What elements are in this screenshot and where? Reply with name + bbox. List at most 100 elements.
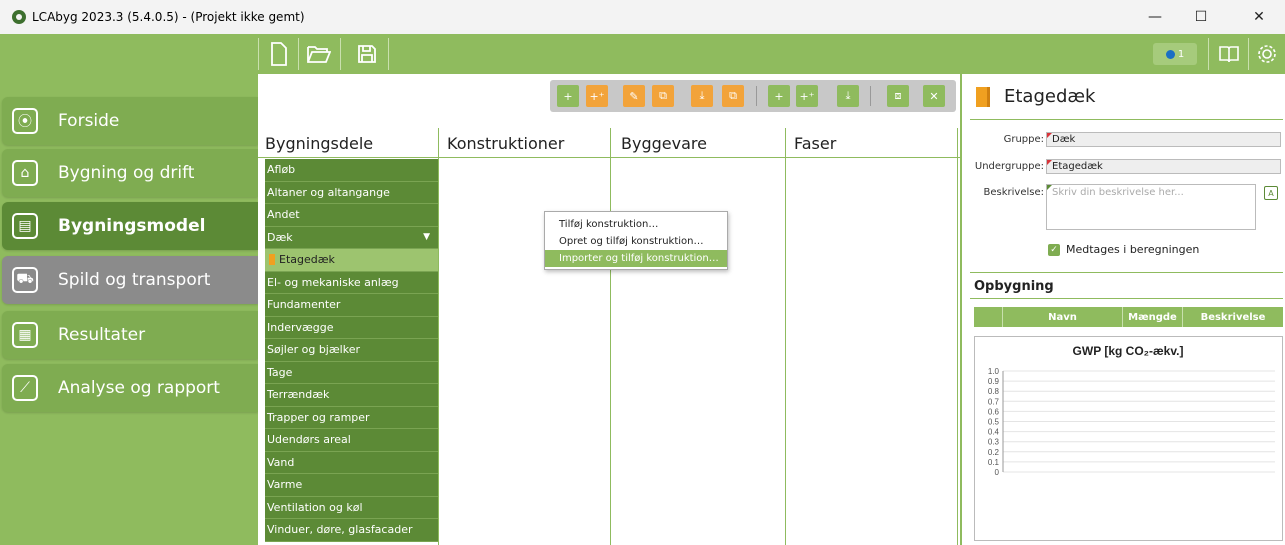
undergruppe-field[interactable]: Etagedæk xyxy=(1046,159,1281,174)
nav-forside[interactable]: ⦿ Forside xyxy=(2,97,258,145)
column-divider xyxy=(438,128,439,545)
open-folder-icon xyxy=(307,46,331,63)
edit-button[interactable]: ✎ xyxy=(623,85,645,107)
y-tick-label: 0.5 xyxy=(988,418,1000,427)
duplicate-button[interactable]: ⧈ xyxy=(887,85,909,107)
bygningsdele-list: Afløb Altaner og altangange Andet Dæk ▼ E… xyxy=(265,159,438,542)
chart-axis: 1.00.90.80.70.6 0.50.40.30.20.10 xyxy=(988,367,1275,477)
add-multiple-button[interactable]: +⁺ xyxy=(586,85,608,107)
y-tick-label: 0.2 xyxy=(988,448,1000,457)
y-tick-label: 0.7 xyxy=(988,397,1000,406)
list-item[interactable]: Tage xyxy=(265,361,438,384)
list-item-label: Vand xyxy=(267,455,295,469)
y-tick-label: 0.4 xyxy=(988,428,1000,437)
manual-button[interactable] xyxy=(1214,38,1244,70)
list-item-expanded[interactable]: Dæk ▼ xyxy=(265,226,438,249)
minimize-button[interactable]: — xyxy=(1132,0,1178,34)
list-item[interactable]: Ventilation og køl xyxy=(265,496,438,519)
undergruppe-label: Undergruppe: xyxy=(974,161,1044,172)
structure-button[interactable]: ⧉ xyxy=(652,85,674,107)
import-construction-button[interactable]: ⤓ xyxy=(837,85,859,107)
expand-text-icon[interactable]: A xyxy=(1264,186,1278,200)
table-header-cell xyxy=(974,307,1002,327)
divider xyxy=(970,119,1283,120)
list-item-selected[interactable]: Etagedæk xyxy=(265,249,438,272)
list-item[interactable]: Indervægge xyxy=(265,316,438,339)
add-multiple-construction-button[interactable]: +⁺ xyxy=(796,85,818,107)
table-header-navn[interactable]: Navn xyxy=(1002,307,1122,327)
column-header-konstruktioner: Konstruktioner xyxy=(447,134,565,153)
list-item[interactable]: Altaner og altangange xyxy=(265,181,438,204)
list-item[interactable]: Udendørs areal xyxy=(265,429,438,452)
table-icon: ▦ xyxy=(12,322,38,348)
list-item[interactable]: Vand xyxy=(265,451,438,474)
opbygning-heading: Opbygning xyxy=(974,279,1054,294)
medtages-checkbox[interactable]: ✓ Medtages i beregningen xyxy=(1048,243,1199,256)
column-divider xyxy=(610,128,611,545)
truck-icon: ⛟ xyxy=(12,267,38,293)
new-file-button[interactable] xyxy=(264,38,294,70)
divider xyxy=(970,272,1283,273)
nav-bygningsmodel[interactable]: ▤ Bygningsmodel xyxy=(2,202,258,250)
app-window: LCAbyg 2023.3 (5.4.0.5) - (Projekt ikke … xyxy=(0,0,1285,545)
save-button[interactable] xyxy=(352,38,382,70)
action-toolbar: + +⁺ ✎ ⧉ ⤓ ⧉ + +⁺ ⤓ ⧈ ✕ xyxy=(550,80,956,112)
nav-spild-og-transport[interactable]: ⛟ Spild og transport xyxy=(2,256,258,304)
table-header-maengde[interactable]: Mængde xyxy=(1122,307,1182,327)
chevron-down-icon[interactable]: ▼ xyxy=(423,232,430,242)
list-item-label: Søjler og bjælker xyxy=(267,343,360,357)
list-item[interactable]: Vinduer, døre, glasfacader xyxy=(265,519,438,542)
list-item[interactable]: Fundamenter xyxy=(265,294,438,317)
gruppe-label: Gruppe: xyxy=(1003,134,1044,145)
open-folder-button[interactable] xyxy=(304,38,334,70)
y-tick-label: 0.3 xyxy=(988,438,1000,447)
list-item[interactable]: Afløb xyxy=(265,159,438,182)
nav-analyse-og-rapport[interactable]: ⟋ Analyse og rapport xyxy=(2,364,258,412)
house-icon: ⌂ xyxy=(12,160,38,186)
list-item[interactable]: Andet xyxy=(265,204,438,227)
etagedaek-icon xyxy=(269,254,275,266)
column-header-faser: Faser xyxy=(794,134,837,153)
notification-badge[interactable]: 1 xyxy=(1153,43,1197,65)
nav-label: Spild og transport xyxy=(58,270,211,290)
delete-button[interactable]: ✕ xyxy=(923,85,945,107)
list-item[interactable]: Varme xyxy=(265,474,438,497)
notification-count: 1 xyxy=(1177,48,1185,60)
beskrivelse-textarea[interactable]: Skriv din beskrivelse her... xyxy=(1046,184,1256,230)
details-panel: Etagedæk Gruppe: Dæk Undergruppe: Etaged… xyxy=(960,74,1285,545)
close-window-button[interactable]: ✕ xyxy=(1236,0,1282,34)
list-item-label: Trapper og ramper xyxy=(267,410,370,424)
window-title: LCAbyg 2023.3 (5.4.0.5) - (Projekt ikke … xyxy=(32,10,305,24)
panel-title-text: Etagedæk xyxy=(1004,86,1096,107)
gruppe-field[interactable]: Dæk xyxy=(1046,132,1281,147)
list-item[interactable]: El- og mekaniske anlæg xyxy=(265,271,438,294)
table-header-beskrivelse[interactable]: Beskrivelse xyxy=(1182,307,1283,327)
y-tick-label: 0.9 xyxy=(988,377,1000,386)
opbygning-table-header: Navn Mængde Beskrivelse xyxy=(974,307,1283,327)
maximize-button[interactable]: ☐ xyxy=(1178,0,1224,34)
nav-label: Analyse og rapport xyxy=(58,378,220,398)
list-item-label: Ventilation og køl xyxy=(267,500,363,514)
list-item[interactable]: Trapper og ramper xyxy=(265,406,438,429)
toolbar-divider xyxy=(756,86,757,106)
add-construction-button[interactable]: + xyxy=(768,85,790,107)
menu-item-opret-og-tilfoej[interactable]: Opret og tilføj konstruktion… xyxy=(545,233,727,250)
toolbar-divider xyxy=(1208,38,1209,70)
add-button[interactable]: + xyxy=(557,85,579,107)
nav-label: Bygningsmodel xyxy=(58,216,206,236)
import-button[interactable]: ⤓ xyxy=(691,85,713,107)
list-item[interactable]: Terrændæk xyxy=(265,384,438,407)
settings-button[interactable] xyxy=(1252,38,1282,70)
toolbar-divider xyxy=(258,38,259,70)
lcabyg-logo-icon xyxy=(12,10,26,24)
home-swirl-icon: ⦿ xyxy=(12,108,38,134)
menu-item-tilfoej-konstruktion[interactable]: Tilføj konstruktion… xyxy=(545,216,727,233)
menu-item-importer-og-tilfoej[interactable]: Importer og tilføj konstruktion… xyxy=(545,250,727,267)
nav-label: Bygning og drift xyxy=(58,163,195,183)
title-bar: LCAbyg 2023.3 (5.4.0.5) - (Projekt ikke … xyxy=(0,0,1285,34)
open-external-button[interactable]: ⧉ xyxy=(722,85,744,107)
nav-resultater[interactable]: ▦ Resultater xyxy=(2,311,258,359)
list-item[interactable]: Søjler og bjælker xyxy=(265,339,438,362)
list-item-label: Indervægge xyxy=(267,320,334,334)
nav-bygning-og-drift[interactable]: ⌂ Bygning og drift xyxy=(2,149,258,197)
